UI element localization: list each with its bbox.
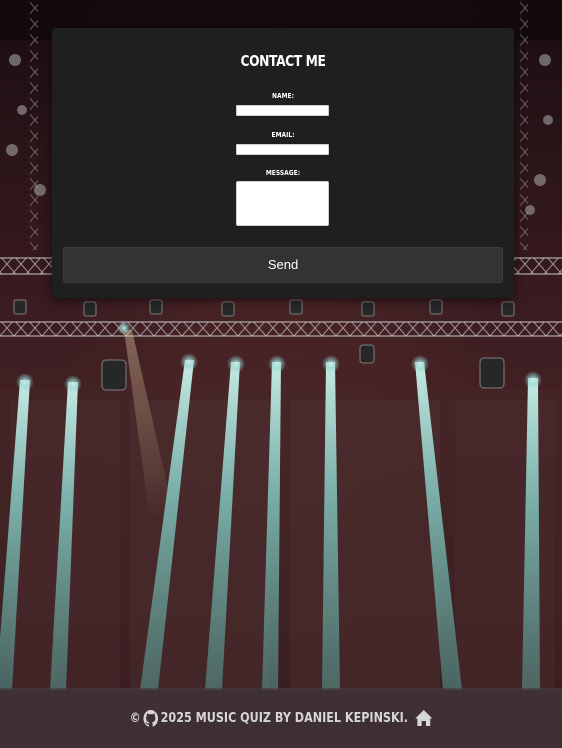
- send-button[interactable]: Send: [63, 247, 503, 283]
- message-label: Message:: [265, 169, 301, 177]
- footer-credit-text: 2025 Music Quiz by Daniel Kepinski.: [160, 710, 408, 726]
- name-input[interactable]: [236, 105, 329, 116]
- email-input[interactable]: [236, 144, 329, 155]
- home-icon[interactable]: [414, 709, 433, 727]
- name-label: Name:: [272, 92, 294, 100]
- message-textarea[interactable]: [236, 181, 329, 226]
- footer-content: © 2025 Music Quiz by Daniel Kepinski.: [129, 709, 432, 727]
- contact-title: Contact me: [240, 52, 326, 70]
- copyright-symbol: ©: [129, 710, 141, 726]
- page-footer: © 2025 Music Quiz by Daniel Kepinski.: [0, 688, 562, 748]
- github-icon[interactable]: [143, 709, 158, 727]
- email-label: Email:: [271, 131, 295, 139]
- contact-form-card: Contact me Name: Email: Message: Send: [52, 28, 514, 298]
